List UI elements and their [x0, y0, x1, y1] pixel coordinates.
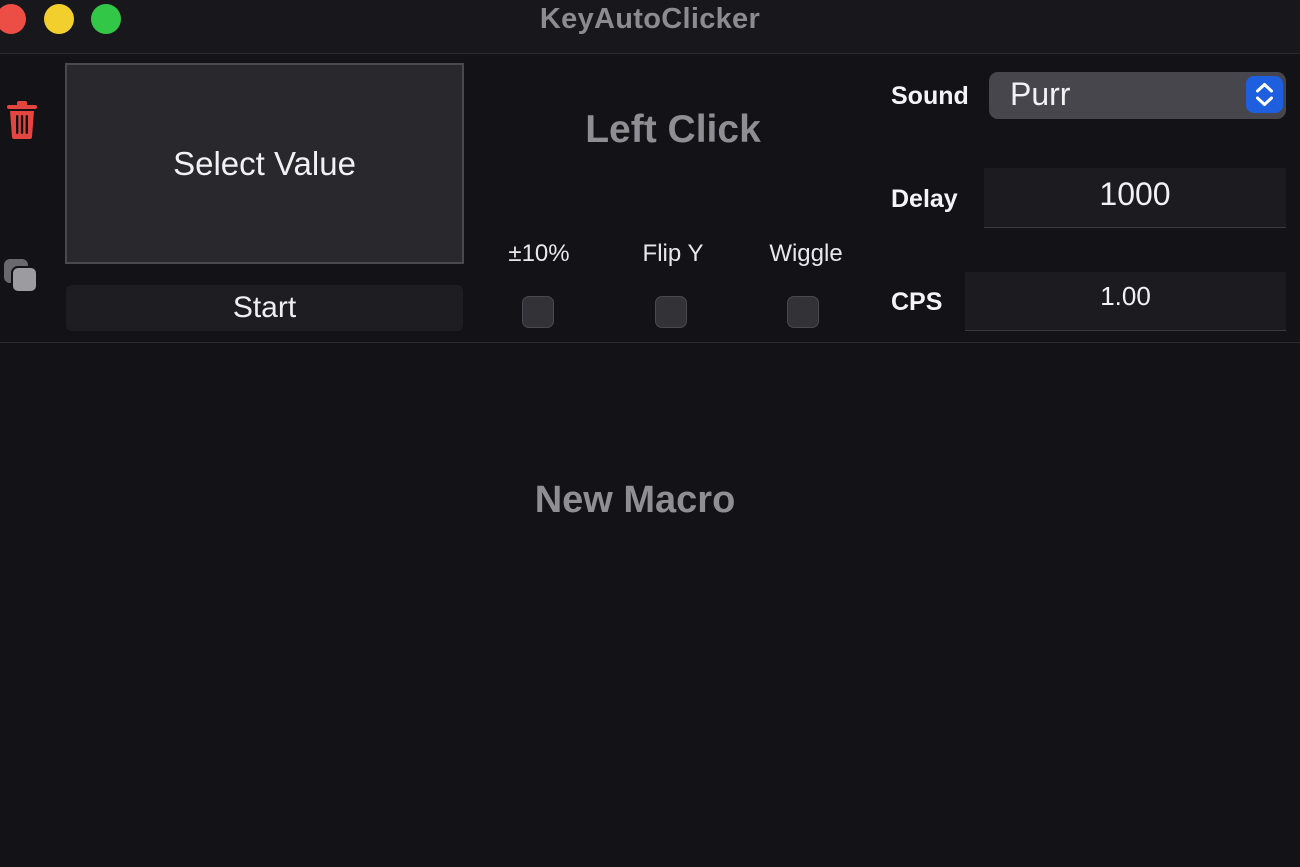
randomize-label: ±10% — [508, 240, 570, 267]
duplicate-icon[interactable] — [3, 258, 39, 294]
select-value-button[interactable]: Select Value — [65, 63, 464, 264]
delay-label: Delay — [891, 185, 958, 213]
chevron-up-down-icon — [1246, 76, 1283, 113]
wiggle-checkbox[interactable] — [787, 296, 819, 328]
randomize-checkbox[interactable] — [522, 296, 554, 328]
action-title: Left Click — [585, 108, 761, 151]
wiggle-label: Wiggle — [769, 240, 843, 267]
trash-icon[interactable] — [5, 100, 39, 140]
cps-field[interactable]: 1.00 — [965, 272, 1286, 331]
start-label: Start — [232, 291, 297, 324]
start-button[interactable]: Start — [66, 285, 463, 331]
flip-y-checkbox[interactable] — [655, 296, 687, 328]
window-title: KeyAutoClicker — [539, 3, 761, 35]
app-window: KeyAutoClicker Select Value Start Left C… — [0, 0, 1300, 867]
sound-label: Sound — [891, 82, 969, 110]
cps-label: CPS — [891, 288, 943, 316]
select-value-label: Select Value — [173, 144, 356, 182]
macro-list-area[interactable]: New Macro — [0, 343, 1300, 867]
action-panel: Select Value Start Left Click ±10% Flip … — [0, 54, 1300, 343]
sound-value: Purr — [1010, 76, 1071, 112]
new-macro-placeholder: New Macro — [534, 479, 736, 521]
delay-field[interactable]: 1000 — [984, 168, 1286, 228]
sound-select[interactable]: Purr — [989, 72, 1286, 119]
flip-y-label: Flip Y — [642, 240, 704, 267]
title-bar: KeyAutoClicker — [0, 0, 1300, 54]
